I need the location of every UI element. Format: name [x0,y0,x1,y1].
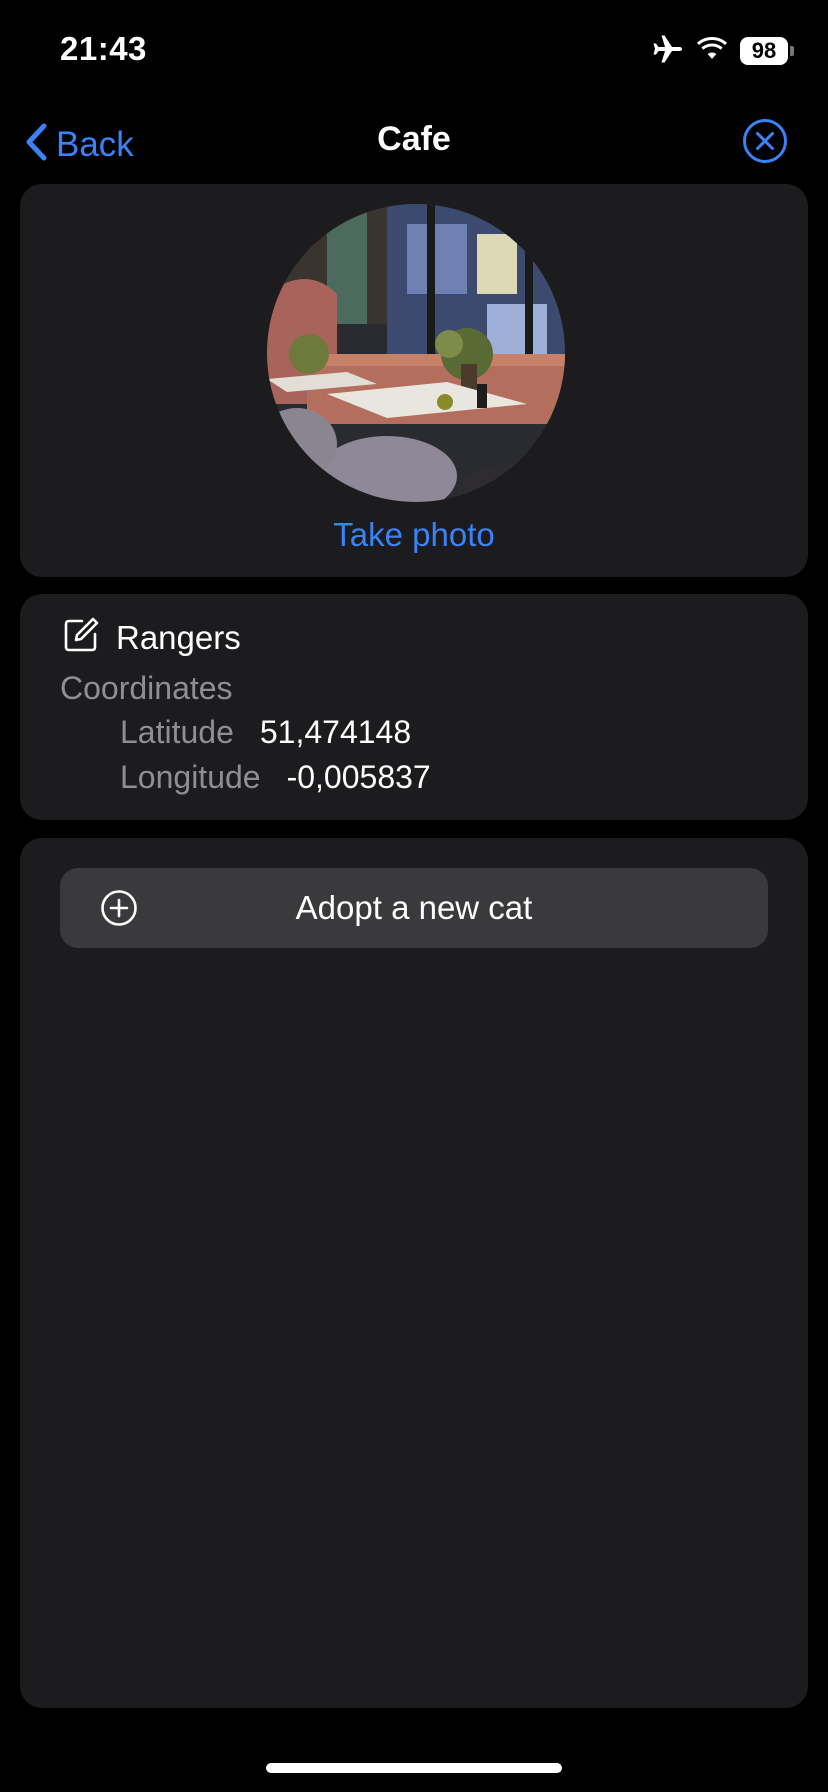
photo-card: Take photo [20,184,808,577]
airplane-icon [652,34,684,69]
take-photo-button[interactable]: Take photo [20,516,808,554]
status-time: 21:43 [60,30,147,67]
adopt-cat-label: Adopt a new cat [295,889,533,926]
cafe-photo[interactable] [267,204,565,502]
longitude-label: Longitude [120,759,261,795]
status-bar: 21:43 98 [0,0,828,100]
close-circle-icon [742,119,788,168]
latitude-value: 51,474148 [259,714,412,750]
latitude-row: Latitude 51,474148 [120,714,411,751]
edit-name-row[interactable]: Rangers [62,616,241,659]
longitude-value: -0,005837 [286,759,431,795]
navigation-bar: Back Cafe [0,100,828,180]
edit-icon [62,616,100,659]
battery-icon: 98 [740,37,794,65]
status-icons: 98 [652,34,794,68]
place-name: Rangers [116,618,241,656]
coordinates-label: Coordinates [60,670,233,706]
latitude-label: Latitude [120,714,234,750]
home-indicator[interactable] [266,1763,562,1773]
wifi-icon [696,36,728,67]
cats-list-card: Adopt a new cat [20,838,808,1708]
page-title: Cafe [377,120,451,158]
adopt-cat-button[interactable]: Adopt a new cat [60,868,768,948]
longitude-row: Longitude -0,005837 [120,759,431,796]
close-button[interactable] [742,118,788,164]
info-card: Rangers Coordinates Latitude 51,474148 L… [20,594,808,820]
battery-level: 98 [740,37,788,65]
